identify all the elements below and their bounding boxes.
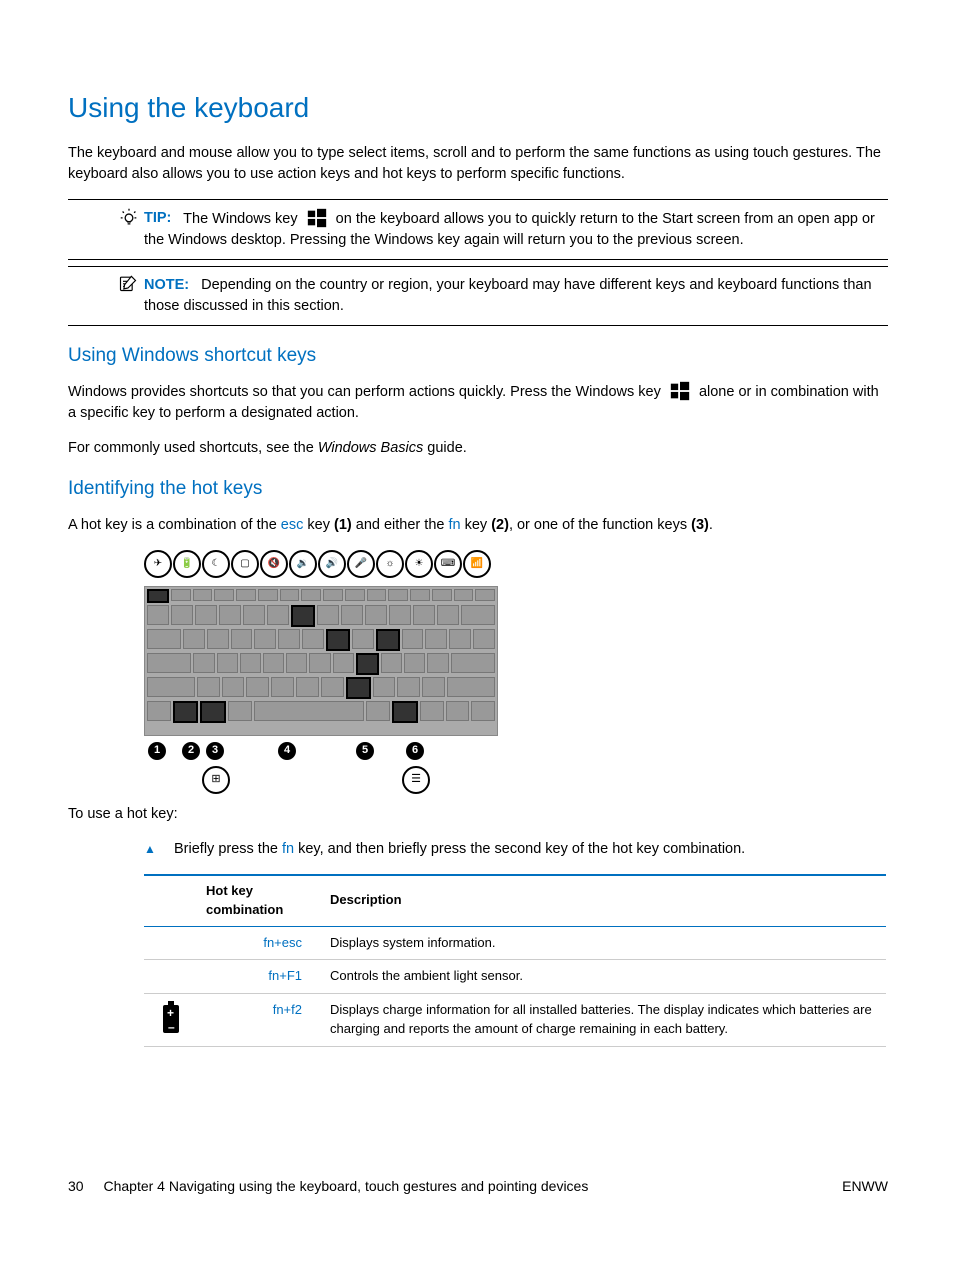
chapter-title: Chapter 4 Navigating using the keyboard,… (103, 1178, 588, 1194)
windows-key-icon (669, 380, 691, 402)
page-footer: 30 Chapter 4 Navigating using the keyboa… (68, 1176, 888, 1196)
callout-5: 5 (356, 742, 374, 760)
hotkey-table: Hot key combination Description fn+esc D… (144, 874, 886, 1047)
note-label: NOTE: (144, 277, 189, 293)
hotkey-desc: Displays system information. (322, 926, 886, 960)
hotkey-intro: A hot key is a combination of the esc ke… (68, 515, 888, 536)
note-icon (118, 273, 140, 295)
hotkey-combo: fn+f2 (198, 994, 322, 1047)
windows-icon-circle: ⊞ (202, 766, 230, 794)
callout-4: 4 (278, 742, 296, 760)
to-use-text: To use a hot key: (68, 804, 888, 825)
menu-icon-circle: ☰ (402, 766, 430, 794)
tip-callout: TIP: The Windows key on the keyboard all… (68, 199, 888, 260)
table-row: fn+F1 Controls the ambient light sensor. (144, 960, 886, 994)
note-text: Depending on the country or region, your… (144, 277, 872, 314)
tip-label: TIP: (144, 210, 171, 226)
callout-6: 6 (406, 742, 424, 760)
page-number: 30 (68, 1178, 84, 1194)
callout-2: 2 (182, 742, 200, 760)
callout-1: 1 (148, 742, 166, 760)
tip-icon (118, 206, 140, 228)
hotkey-combo: fn+F1 (198, 960, 322, 994)
footer-right: ENWW (842, 1176, 888, 1196)
table-header-combo: Hot key combination (198, 875, 322, 926)
hotkey-desc: Displays charge information for all inst… (322, 994, 886, 1047)
step-marker-icon: ▲ (144, 841, 156, 858)
keyboard-illustration: ✈🔋☾▢🔇🔉🔊🎤☼☀⌨📶 1 2 3 4 5 6 ⊞ ☰ (144, 550, 496, 796)
table-row: fn+esc Displays system information. (144, 926, 886, 960)
table-row: +– fn+f2 Displays charge information for… (144, 994, 886, 1047)
shortcut-paragraph: Windows provides shortcuts so that you c… (68, 381, 888, 424)
windows-key-icon (306, 207, 328, 229)
tip-text-before: The Windows key (183, 210, 297, 226)
note-callout: NOTE: Depending on the country or region… (68, 266, 888, 326)
step-item: ▲ Briefly press the fn key, and then bri… (144, 839, 888, 860)
hotkey-combo: fn+esc (198, 926, 322, 960)
shortcut-see-paragraph: For commonly used shortcuts, see the Win… (68, 438, 888, 459)
table-header-desc: Description (322, 875, 886, 926)
heading-windows-shortcuts: Using Windows shortcut keys (68, 342, 888, 370)
callout-3: 3 (206, 742, 224, 760)
heading-using-keyboard: Using the keyboard (68, 88, 888, 129)
intro-paragraph: The keyboard and mouse allow you to type… (68, 143, 888, 185)
battery-icon: +– (161, 1001, 181, 1033)
heading-hot-keys: Identifying the hot keys (68, 475, 888, 503)
hotkey-desc: Controls the ambient light sensor. (322, 960, 886, 994)
